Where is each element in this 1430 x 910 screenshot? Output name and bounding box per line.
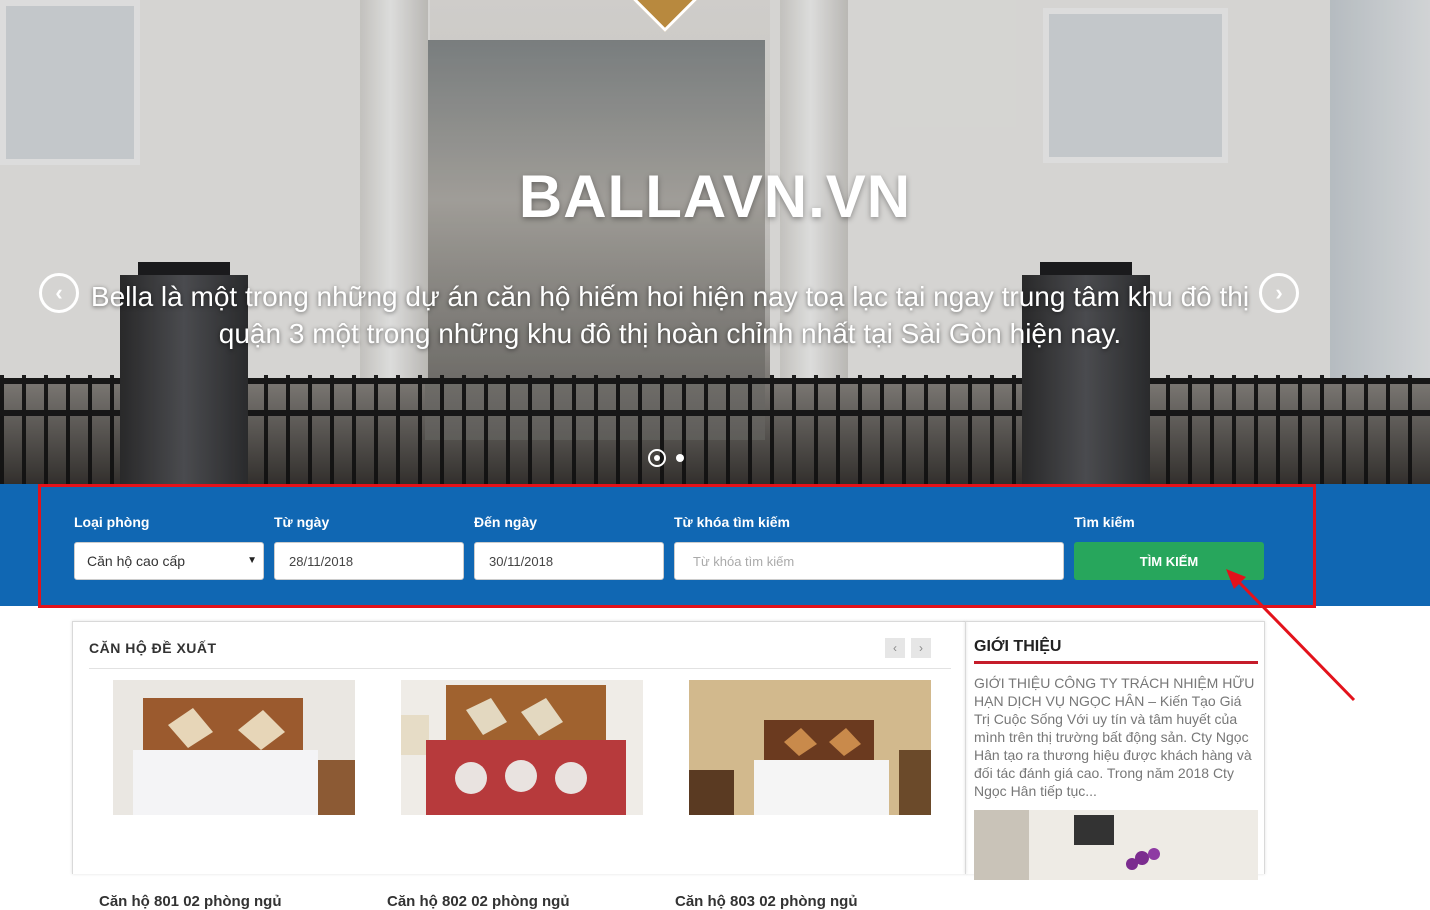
about-section: GIỚI THIỆU GIỚI THIỆU CÔNG TY TRÁCH NHIỆ…	[965, 621, 1265, 880]
keyword-input[interactable]: Từ khóa tìm kiếm	[674, 542, 1064, 580]
apartment-image[interactable]	[113, 680, 355, 815]
hero-slider: BALLAVN.VN Bella là một trong những dự á…	[0, 0, 1430, 484]
submit-field: Tìm kiếm TÌM KIẾM	[1074, 514, 1264, 580]
slider-dot-2[interactable]	[676, 454, 684, 462]
dropdown-caret-icon: ▼	[247, 555, 257, 566]
about-text: GIỚI THIỆU CÔNG TY TRÁCH NHIỆM HỮU HẠN D…	[974, 675, 1255, 799]
featured-apartments: CĂN HỘ ĐỀ XUẤT ‹ › Căn hộ 801 02 phòng n…	[72, 621, 966, 910]
apartment-title[interactable]: Căn hộ 803 02 phòng ngủ	[675, 893, 858, 910]
room-type-field: Loại phòng Căn hộ cao cấp ▼	[74, 514, 264, 580]
carousel-prev-button[interactable]: ‹	[885, 638, 905, 658]
room-type-value: Căn hộ cao cấp	[87, 553, 186, 569]
apartment-card[interactable]: Căn hộ 803 02 phòng ngủ	[675, 680, 931, 910]
about-title: GIỚI THIỆU	[974, 638, 1062, 655]
submit-label: Tìm kiếm	[1074, 514, 1135, 530]
prev-glyph: ‹	[55, 280, 63, 305]
from-date-field: Từ ngày 28/11/2018	[274, 514, 464, 580]
apartment-card[interactable]: Căn hộ 802 02 phòng ngủ	[387, 680, 643, 910]
keyword-field: Từ khóa tìm kiếm Từ khóa tìm kiếm	[674, 514, 1064, 580]
to-date-input[interactable]: 30/11/2018	[474, 542, 664, 580]
to-date-field: Đến ngày 30/11/2018	[474, 514, 664, 580]
slider-dots	[648, 449, 684, 467]
from-date-input[interactable]: 28/11/2018	[274, 542, 464, 580]
keyword-label: Từ khóa tìm kiếm	[674, 514, 790, 530]
about-title-underline	[974, 661, 1258, 664]
room-type-select[interactable]: Căn hộ cao cấp ▼	[74, 542, 264, 580]
hero-title: BALLAVN.VN	[518, 163, 912, 230]
hero-overlay	[0, 0, 1430, 484]
section-title: CĂN HỘ ĐỀ XUẤT	[89, 640, 217, 656]
to-date-label: Đến ngày	[474, 514, 538, 530]
apartment-title[interactable]: Căn hộ 801 02 phòng ngủ	[99, 893, 282, 910]
next-glyph: ›	[1275, 280, 1283, 305]
apartment-title[interactable]: Căn hộ 802 02 phòng ngủ	[387, 893, 570, 910]
about-image[interactable]	[974, 810, 1258, 880]
chevron-left-icon[interactable]: ‹	[39, 273, 79, 313]
room-type-label: Loại phòng	[74, 514, 150, 530]
apartment-image[interactable]	[689, 680, 931, 815]
from-date-label: Từ ngày	[274, 514, 330, 530]
carousel-next-button[interactable]: ›	[911, 638, 931, 658]
slider-dot-1[interactable]	[648, 449, 666, 467]
chevron-right-icon[interactable]: ›	[1259, 273, 1299, 313]
divider	[89, 668, 951, 669]
apartment-image[interactable]	[401, 680, 643, 815]
search-button[interactable]: TÌM KIẾM	[1074, 542, 1264, 580]
apartment-card[interactable]: Căn hộ 801 02 phòng ngủ	[99, 680, 355, 910]
hero-description: Bella là một trong những dự án căn hộ hi…	[90, 281, 1250, 349]
